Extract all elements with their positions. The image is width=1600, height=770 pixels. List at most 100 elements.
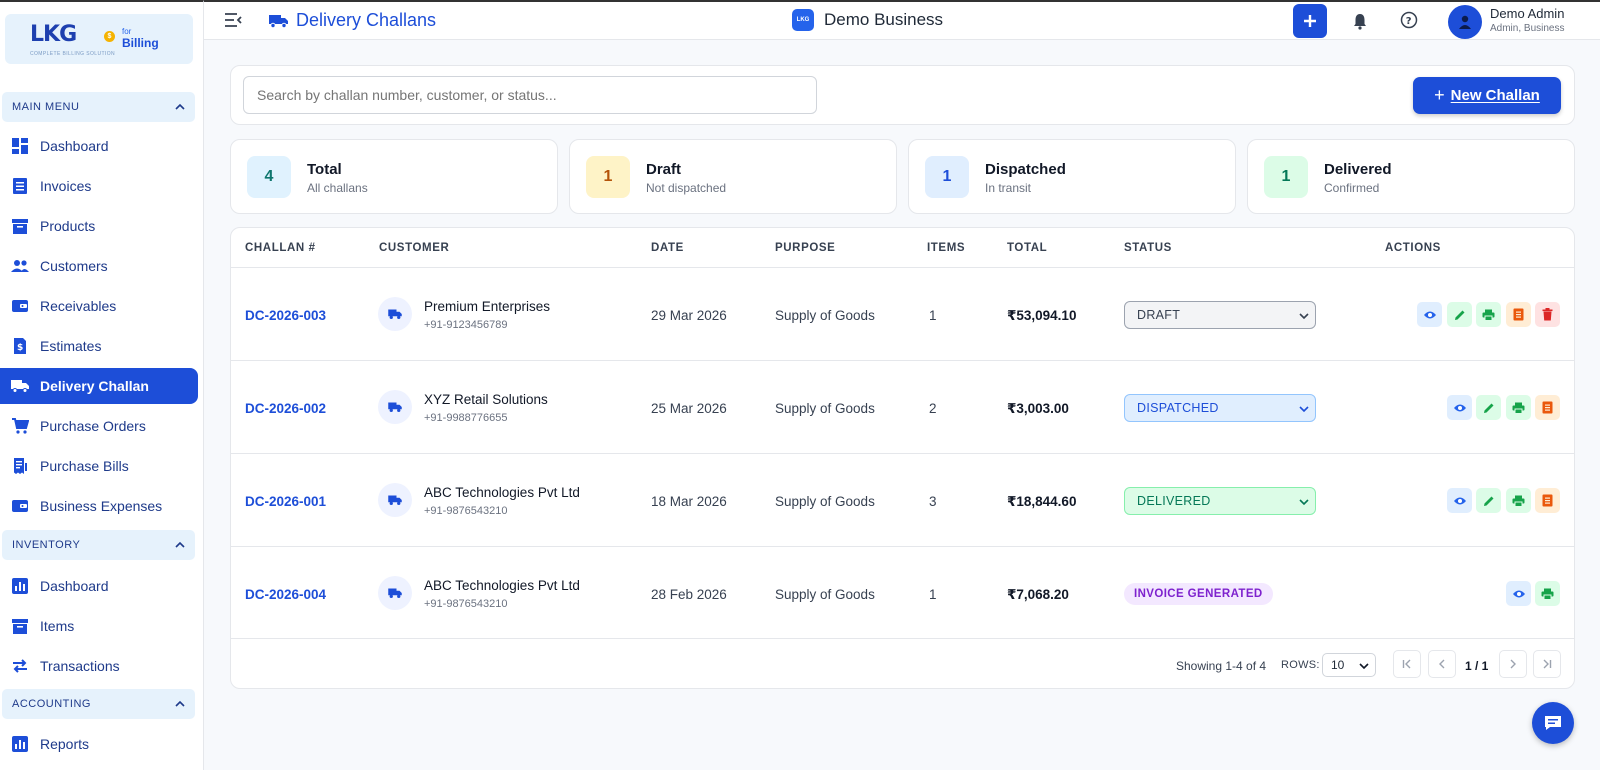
sidebar-item-inventory-dashboard[interactable]: Dashboard — [0, 568, 198, 604]
chevron-down-icon — [1299, 499, 1309, 506]
challan-date: 25 Mar 2026 — [651, 401, 727, 416]
quick-add-button[interactable] — [1293, 4, 1327, 38]
sidebar-item-business-expenses[interactable]: Business Expenses — [0, 488, 198, 524]
logo-tagline: COMPLETE BILLING SOLUTION — [30, 51, 116, 57]
view-button[interactable] — [1417, 302, 1442, 327]
chevron-down-icon — [1299, 313, 1309, 320]
print-button[interactable] — [1506, 395, 1531, 420]
status-select[interactable]: DELIVERED — [1124, 487, 1316, 515]
sidebar-item-label: Reports — [40, 736, 90, 752]
eye-icon — [1423, 311, 1436, 318]
search-input[interactable] — [243, 76, 817, 114]
challan-purpose: Supply of Goods — [775, 587, 875, 602]
sidebar-item-transactions[interactable]: Transactions — [0, 648, 198, 684]
sidebar-item-products[interactable]: Products — [0, 208, 198, 244]
challan-number-link[interactable]: DC-2026-004 — [245, 587, 326, 602]
stat-card-dispatched[interactable]: 1 Dispatched In transit — [908, 139, 1236, 214]
sidebar-item-dashboard[interactable]: Dashboard — [0, 128, 198, 164]
bell-icon[interactable] — [1352, 12, 1368, 30]
print-button[interactable] — [1535, 581, 1560, 606]
prev-page-button[interactable] — [1428, 650, 1456, 678]
challan-number-link[interactable]: DC-2026-001 — [245, 494, 326, 509]
col-header-customer[interactable]: CUSTOMER — [379, 242, 449, 254]
user-role: Admin, Business — [1490, 23, 1565, 34]
status-select[interactable]: DISPATCHED — [1124, 394, 1316, 422]
table-row[interactable]: DC-2026-001 ABC Technologies Pvt Ltd +91… — [231, 453, 1574, 546]
sidebar-item-label: Delivery Challan — [40, 378, 149, 394]
sidebar-item-purchase-orders[interactable]: Purchase Orders — [0, 408, 198, 444]
status-select[interactable]: DRAFT — [1124, 301, 1316, 329]
table-row[interactable]: DC-2026-002 XYZ Retail Solutions +91-998… — [231, 360, 1574, 453]
last-page-button[interactable] — [1533, 650, 1561, 678]
stat-subtitle: All challans — [307, 181, 368, 195]
col-header-items[interactable]: ITEMS — [927, 242, 965, 254]
business-switcher[interactable]: LKG Demo Business — [792, 9, 943, 31]
table-row[interactable]: DC-2026-003 Premium Enterprises +91-9123… — [231, 267, 1574, 360]
col-header-status[interactable]: STATUS — [1124, 242, 1172, 254]
first-page-button[interactable] — [1393, 650, 1421, 678]
sidebar-item-receivables[interactable]: Receivables — [0, 288, 198, 324]
sidebar-item-items[interactable]: Items — [0, 608, 198, 644]
view-button[interactable] — [1447, 488, 1472, 513]
generate-invoice-button[interactable] — [1535, 395, 1560, 420]
sidebar-item-customers[interactable]: Customers — [0, 248, 198, 284]
generate-invoice-button[interactable] — [1535, 488, 1560, 513]
challan-number-link[interactable]: DC-2026-003 — [245, 308, 326, 323]
sidebar-item-reports[interactable]: Reports — [0, 726, 198, 762]
sidebar-item-purchase-bills[interactable]: Purchase Bills — [0, 448, 198, 484]
print-button[interactable] — [1506, 488, 1531, 513]
new-challan-button[interactable]: + New Challan — [1413, 77, 1561, 114]
col-header-purpose[interactable]: PURPOSE — [775, 242, 835, 254]
cart-icon — [10, 416, 30, 436]
col-header-actions: ACTIONS — [1385, 242, 1441, 254]
status-badge: INVOICE GENERATED — [1124, 583, 1273, 605]
chat-button[interactable] — [1532, 702, 1574, 744]
challan-items: 1 — [929, 308, 937, 323]
chevron-left-icon — [1439, 659, 1445, 669]
view-button[interactable] — [1447, 395, 1472, 420]
menu-collapse-icon[interactable] — [224, 12, 242, 28]
stat-card-draft[interactable]: 1 Draft Not dispatched — [569, 139, 897, 214]
section-accounting[interactable]: ACCOUNTING — [2, 689, 195, 719]
edit-button[interactable] — [1447, 302, 1472, 327]
truck-icon — [378, 483, 412, 517]
first-page-icon — [1402, 659, 1411, 669]
receipt-icon — [10, 456, 30, 476]
avatar[interactable] — [1448, 5, 1482, 39]
col-header-total[interactable]: TOTAL — [1007, 242, 1047, 254]
col-header-challan[interactable]: CHALLAN # — [245, 242, 316, 254]
sidebar-item-label: Dashboard — [40, 578, 109, 594]
help-icon[interactable]: ? — [1400, 11, 1418, 29]
print-button[interactable] — [1476, 302, 1501, 327]
section-main-menu[interactable]: MAIN MENU — [2, 92, 195, 122]
generate-invoice-button[interactable] — [1506, 302, 1531, 327]
delete-button[interactable] — [1535, 302, 1560, 327]
stat-card-total[interactable]: 4 Total All challans — [230, 139, 558, 214]
page-indicator: 1 / 1 — [1465, 659, 1489, 673]
app-logo[interactable]: LKG $ for Billing COMPLETE BILLING SOLUT… — [5, 14, 193, 64]
challan-number-link[interactable]: DC-2026-002 — [245, 401, 326, 416]
edit-button[interactable] — [1476, 488, 1501, 513]
page-title: Delivery Challans — [268, 10, 436, 31]
sidebar-item-invoices[interactable]: Invoices — [0, 168, 198, 204]
sidebar-item-label: Business Expenses — [40, 498, 163, 514]
sidebar-item-estimates[interactable]: $ Estimates — [0, 328, 198, 364]
truck-icon — [378, 390, 412, 424]
section-inventory[interactable]: INVENTORY — [2, 530, 195, 560]
section-inventory-label: INVENTORY — [12, 539, 81, 551]
invoice-icon — [10, 176, 30, 196]
customer-name: Premium Enterprises — [424, 299, 551, 314]
customer-name: ABC Technologies Pvt Ltd — [424, 578, 580, 593]
edit-button[interactable] — [1476, 395, 1501, 420]
sidebar-item-delivery-challan[interactable]: Delivery Challan — [0, 368, 198, 404]
stat-label: Delivered — [1324, 161, 1392, 178]
people-icon — [10, 256, 30, 276]
stat-card-delivered[interactable]: 1 Delivered Confirmed — [1247, 139, 1575, 214]
col-header-date[interactable]: DATE — [651, 242, 684, 254]
rows-per-page-select[interactable]: 10 — [1322, 653, 1376, 677]
status-value: DRAFT — [1137, 308, 1181, 322]
view-button[interactable] — [1506, 581, 1531, 606]
table-row[interactable]: DC-2026-004 ABC Technologies Pvt Ltd +91… — [231, 546, 1574, 639]
next-page-button[interactable] — [1499, 650, 1527, 678]
printer-icon — [1482, 309, 1495, 321]
